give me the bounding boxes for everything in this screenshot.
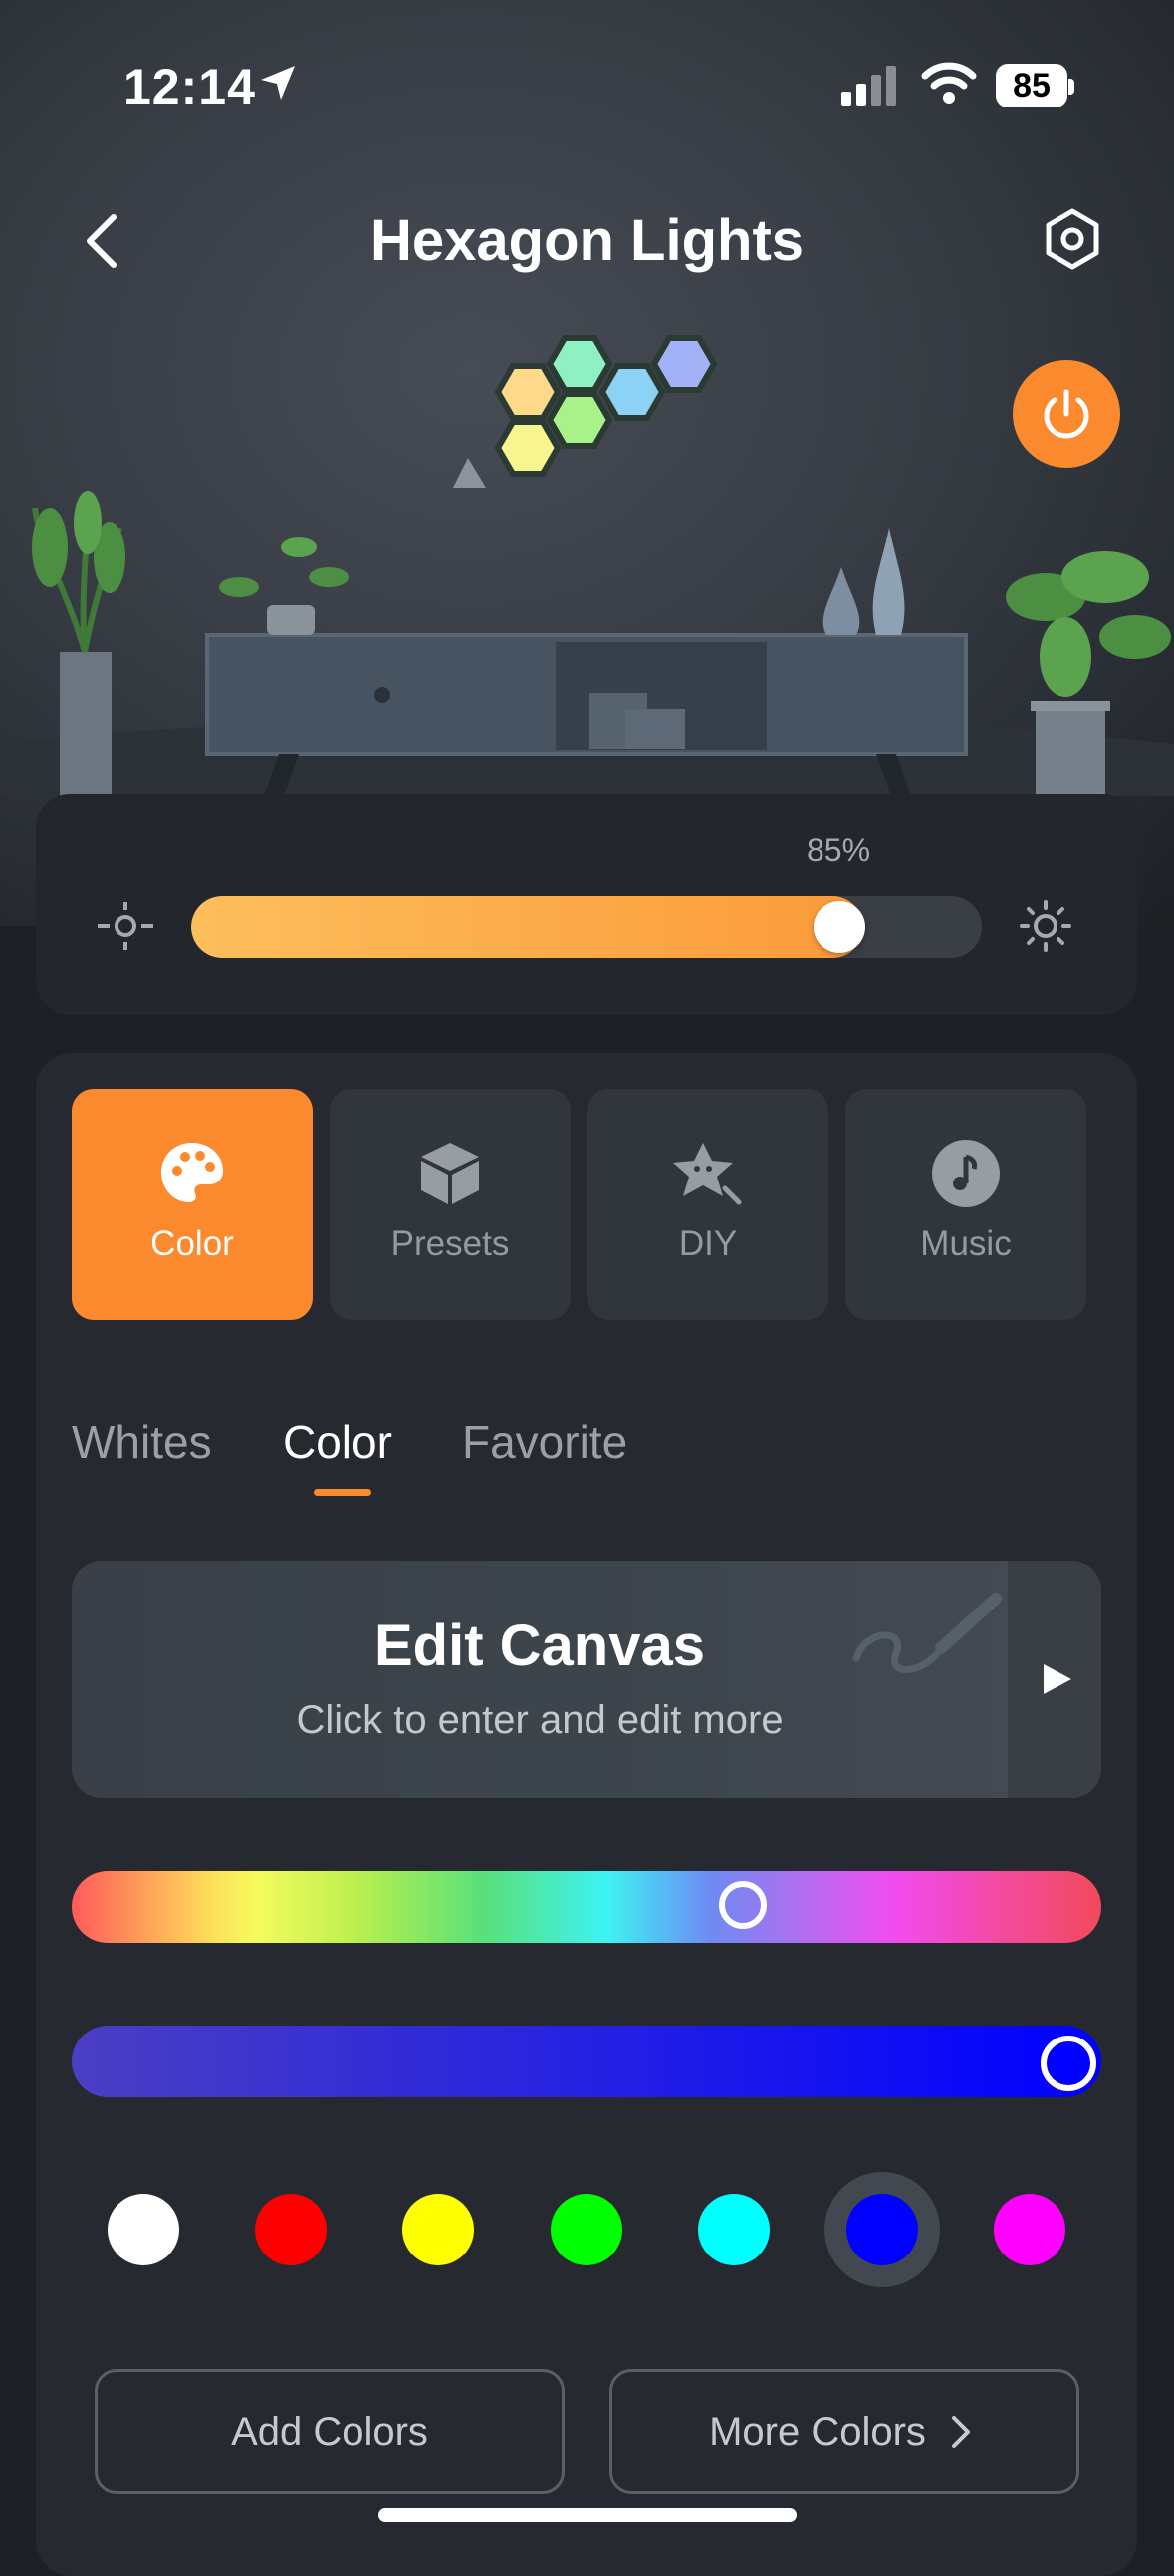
subtab-active-indicator xyxy=(314,1489,371,1496)
subtab-favorite[interactable]: Favorite xyxy=(462,1415,627,1469)
add-colors-button[interactable]: Add Colors xyxy=(95,2369,565,2494)
mode-tab-label: DIY xyxy=(678,1224,738,1263)
battery-indicator: 85 xyxy=(996,64,1074,107)
mode-tab-label: Music xyxy=(920,1224,1012,1263)
swatch-green[interactable] xyxy=(551,2194,622,2265)
swatch-cyan[interactable] xyxy=(698,2194,770,2265)
swatch-magenta[interactable] xyxy=(994,2194,1065,2265)
palette-icon xyxy=(161,1143,223,1202)
location-arrow-icon xyxy=(261,66,295,100)
swatch-yellow[interactable] xyxy=(402,2194,474,2265)
power-button[interactable] xyxy=(1013,360,1120,468)
page-title: Hexagon Lights xyxy=(369,208,805,273)
more-colors-label: More Colors xyxy=(709,2409,926,2454)
chevron-right-icon xyxy=(951,2416,970,2448)
brightness-low-icon xyxy=(98,902,153,950)
music-note-icon xyxy=(932,1140,1000,1207)
swatch-blue[interactable] xyxy=(846,2194,918,2265)
subtab-color[interactable]: Color xyxy=(283,1415,392,1469)
cellular-signal-icon xyxy=(841,66,896,106)
add-colors-label: Add Colors xyxy=(231,2409,428,2454)
brightness-slider-thumb[interactable] xyxy=(814,901,865,953)
hero-scene: 12:14 85 Hexagon Lights xyxy=(0,0,1174,926)
brightness-high-icon xyxy=(1020,900,1071,952)
mode-tab-color[interactable]: Color xyxy=(72,1089,313,1320)
mode-tab-label: Color xyxy=(150,1224,234,1263)
power-icon xyxy=(1044,389,1089,439)
swatch-white[interactable] xyxy=(108,2194,179,2265)
status-time: 12:14 xyxy=(123,59,256,114)
subtab-whites[interactable]: Whites xyxy=(72,1415,212,1469)
more-colors-button[interactable]: More Colors xyxy=(609,2369,1079,2494)
cube-icon xyxy=(421,1143,479,1204)
saturation-slider[interactable] xyxy=(72,2026,1101,2097)
mode-tab-label: Presets xyxy=(390,1224,510,1263)
wifi-icon xyxy=(921,62,977,104)
edit-canvas-title: Edit Canvas xyxy=(374,1613,705,1678)
mode-tab-presets[interactable]: Presets xyxy=(330,1089,571,1320)
mode-tab-music[interactable]: Music xyxy=(845,1089,1086,1320)
room-illustration xyxy=(0,335,1174,796)
settings-hexagon-icon[interactable] xyxy=(1041,207,1104,271)
brightness-value: 85% xyxy=(807,832,871,868)
mode-tab-diy[interactable]: DIY xyxy=(587,1089,828,1320)
play-icon xyxy=(1044,1664,1071,1694)
edit-canvas-subtitle: Click to enter and edit more xyxy=(296,1698,784,1742)
home-indicator xyxy=(378,2508,797,2522)
brightness-slider-fill xyxy=(191,896,863,958)
status-bar: 12:14 85 xyxy=(0,0,1174,169)
hue-slider-thumb[interactable] xyxy=(719,1881,767,1929)
hue-slider[interactable] xyxy=(72,1871,1101,1943)
saturation-slider-thumb[interactable] xyxy=(1041,2036,1096,2091)
star-icon xyxy=(673,1143,742,1205)
swatch-red[interactable] xyxy=(255,2194,327,2265)
